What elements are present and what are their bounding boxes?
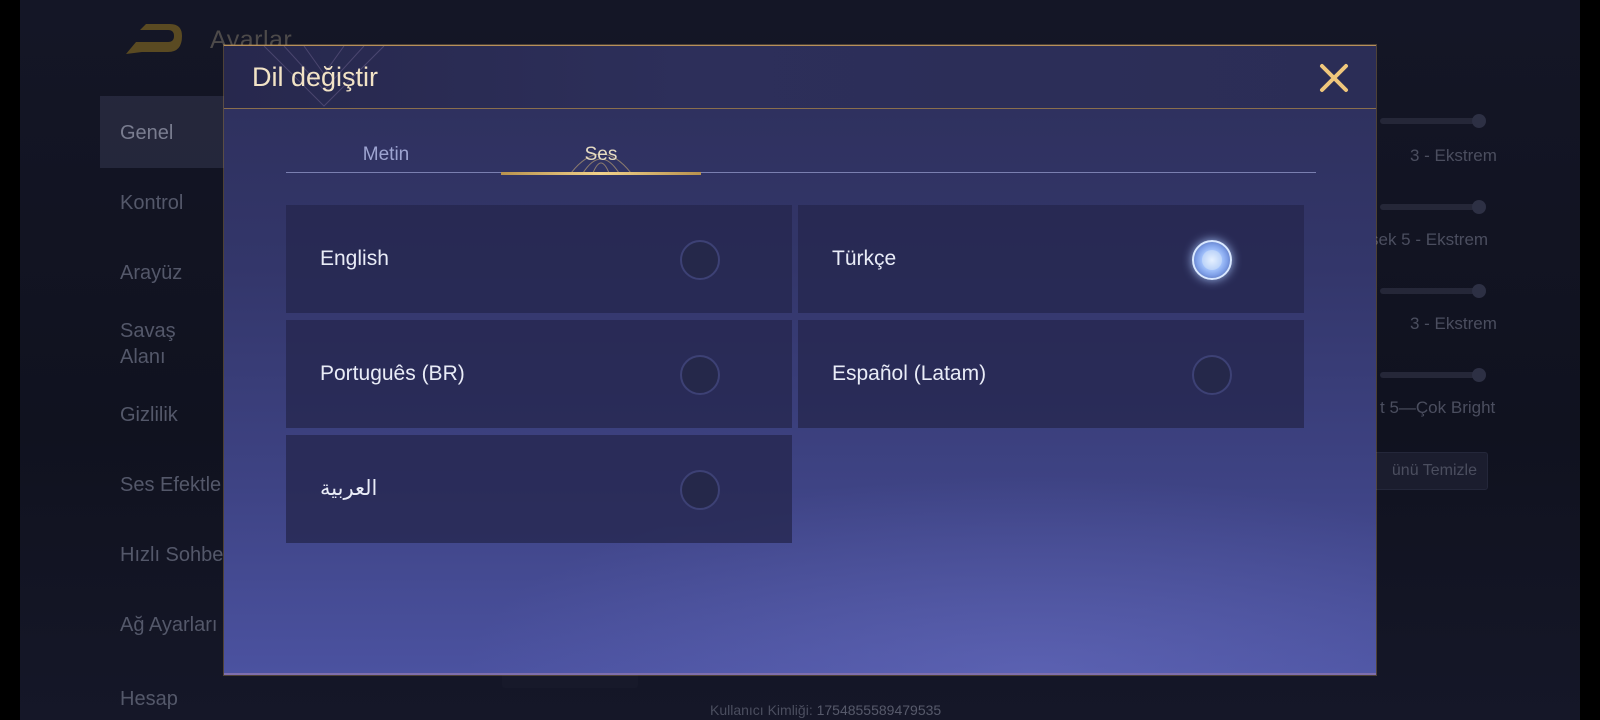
language-option-portuguese[interactable]: Português (BR) <box>286 320 792 428</box>
tab-audio-label: Ses <box>584 144 618 165</box>
sidebar-item-general[interactable]: Genel <box>120 120 173 146</box>
radio-button[interactable] <box>1192 355 1232 395</box>
settings-slider[interactable] <box>1380 284 1486 298</box>
language-label: Español (Latam) <box>832 362 987 385</box>
language-label: Türkçe <box>832 247 897 270</box>
slider-value-label: 3 - Ekstrem <box>1410 314 1497 333</box>
radio-button[interactable] <box>680 470 720 510</box>
language-option-english[interactable]: English <box>286 205 792 313</box>
tab-text[interactable]: Metin <box>286 135 486 173</box>
language-dialog: Dil değiştir Metin Ses English Türkçe Po… <box>224 45 1376 675</box>
sidebar-item-account[interactable]: Hesap <box>120 686 178 712</box>
settings-slider[interactable] <box>1380 368 1486 382</box>
slider-value-label: sek 5 - Ekstrem <box>1370 230 1489 249</box>
user-id: Kullanıcı Kimliği: 1754855589479535 <box>710 702 941 718</box>
sidebar-item-battlefield[interactable]: Savaş Alanı <box>120 318 240 370</box>
language-label: العربية <box>320 477 378 500</box>
active-tab-indicator <box>501 172 701 175</box>
user-id-value: 1754855589479535 <box>816 702 942 718</box>
tab-audio[interactable]: Ses <box>501 135 701 175</box>
sidebar-item-privacy[interactable]: Gizlilik <box>120 402 178 428</box>
language-option-spanish[interactable]: Español (Latam) <box>798 320 1304 428</box>
language-option-arabic[interactable]: العربية <box>286 435 792 543</box>
radio-button-selected[interactable] <box>1192 240 1232 280</box>
screen: Ayarlar Genel Kontrol Arayüz Savaş Alanı… <box>0 0 1600 720</box>
slider-value-label: 3 - Ekstrem <box>1410 146 1497 165</box>
radio-button[interactable] <box>680 240 720 280</box>
slider-value-label: t 5—Çok Bright <box>1380 398 1496 417</box>
sidebar-item-control[interactable]: Kontrol <box>120 190 183 216</box>
language-label: English <box>320 247 389 270</box>
language-option-turkish[interactable]: Türkçe <box>798 205 1304 313</box>
settings-slider[interactable] <box>1380 114 1486 128</box>
tab-bar: Metin Ses <box>286 135 1316 175</box>
settings-slider[interactable] <box>1380 200 1486 214</box>
radio-button[interactable] <box>680 355 720 395</box>
user-id-label: Kullanıcı Kimliği: <box>710 702 813 718</box>
back-arrow-icon[interactable] <box>122 22 184 60</box>
dialog-header: Dil değiştir <box>224 45 1376 109</box>
close-icon[interactable] <box>1314 58 1354 98</box>
sidebar-item-interface[interactable]: Arayüz <box>120 260 182 286</box>
language-label: Português (BR) <box>320 362 465 385</box>
dialog-title: Dil değiştir <box>252 62 379 92</box>
